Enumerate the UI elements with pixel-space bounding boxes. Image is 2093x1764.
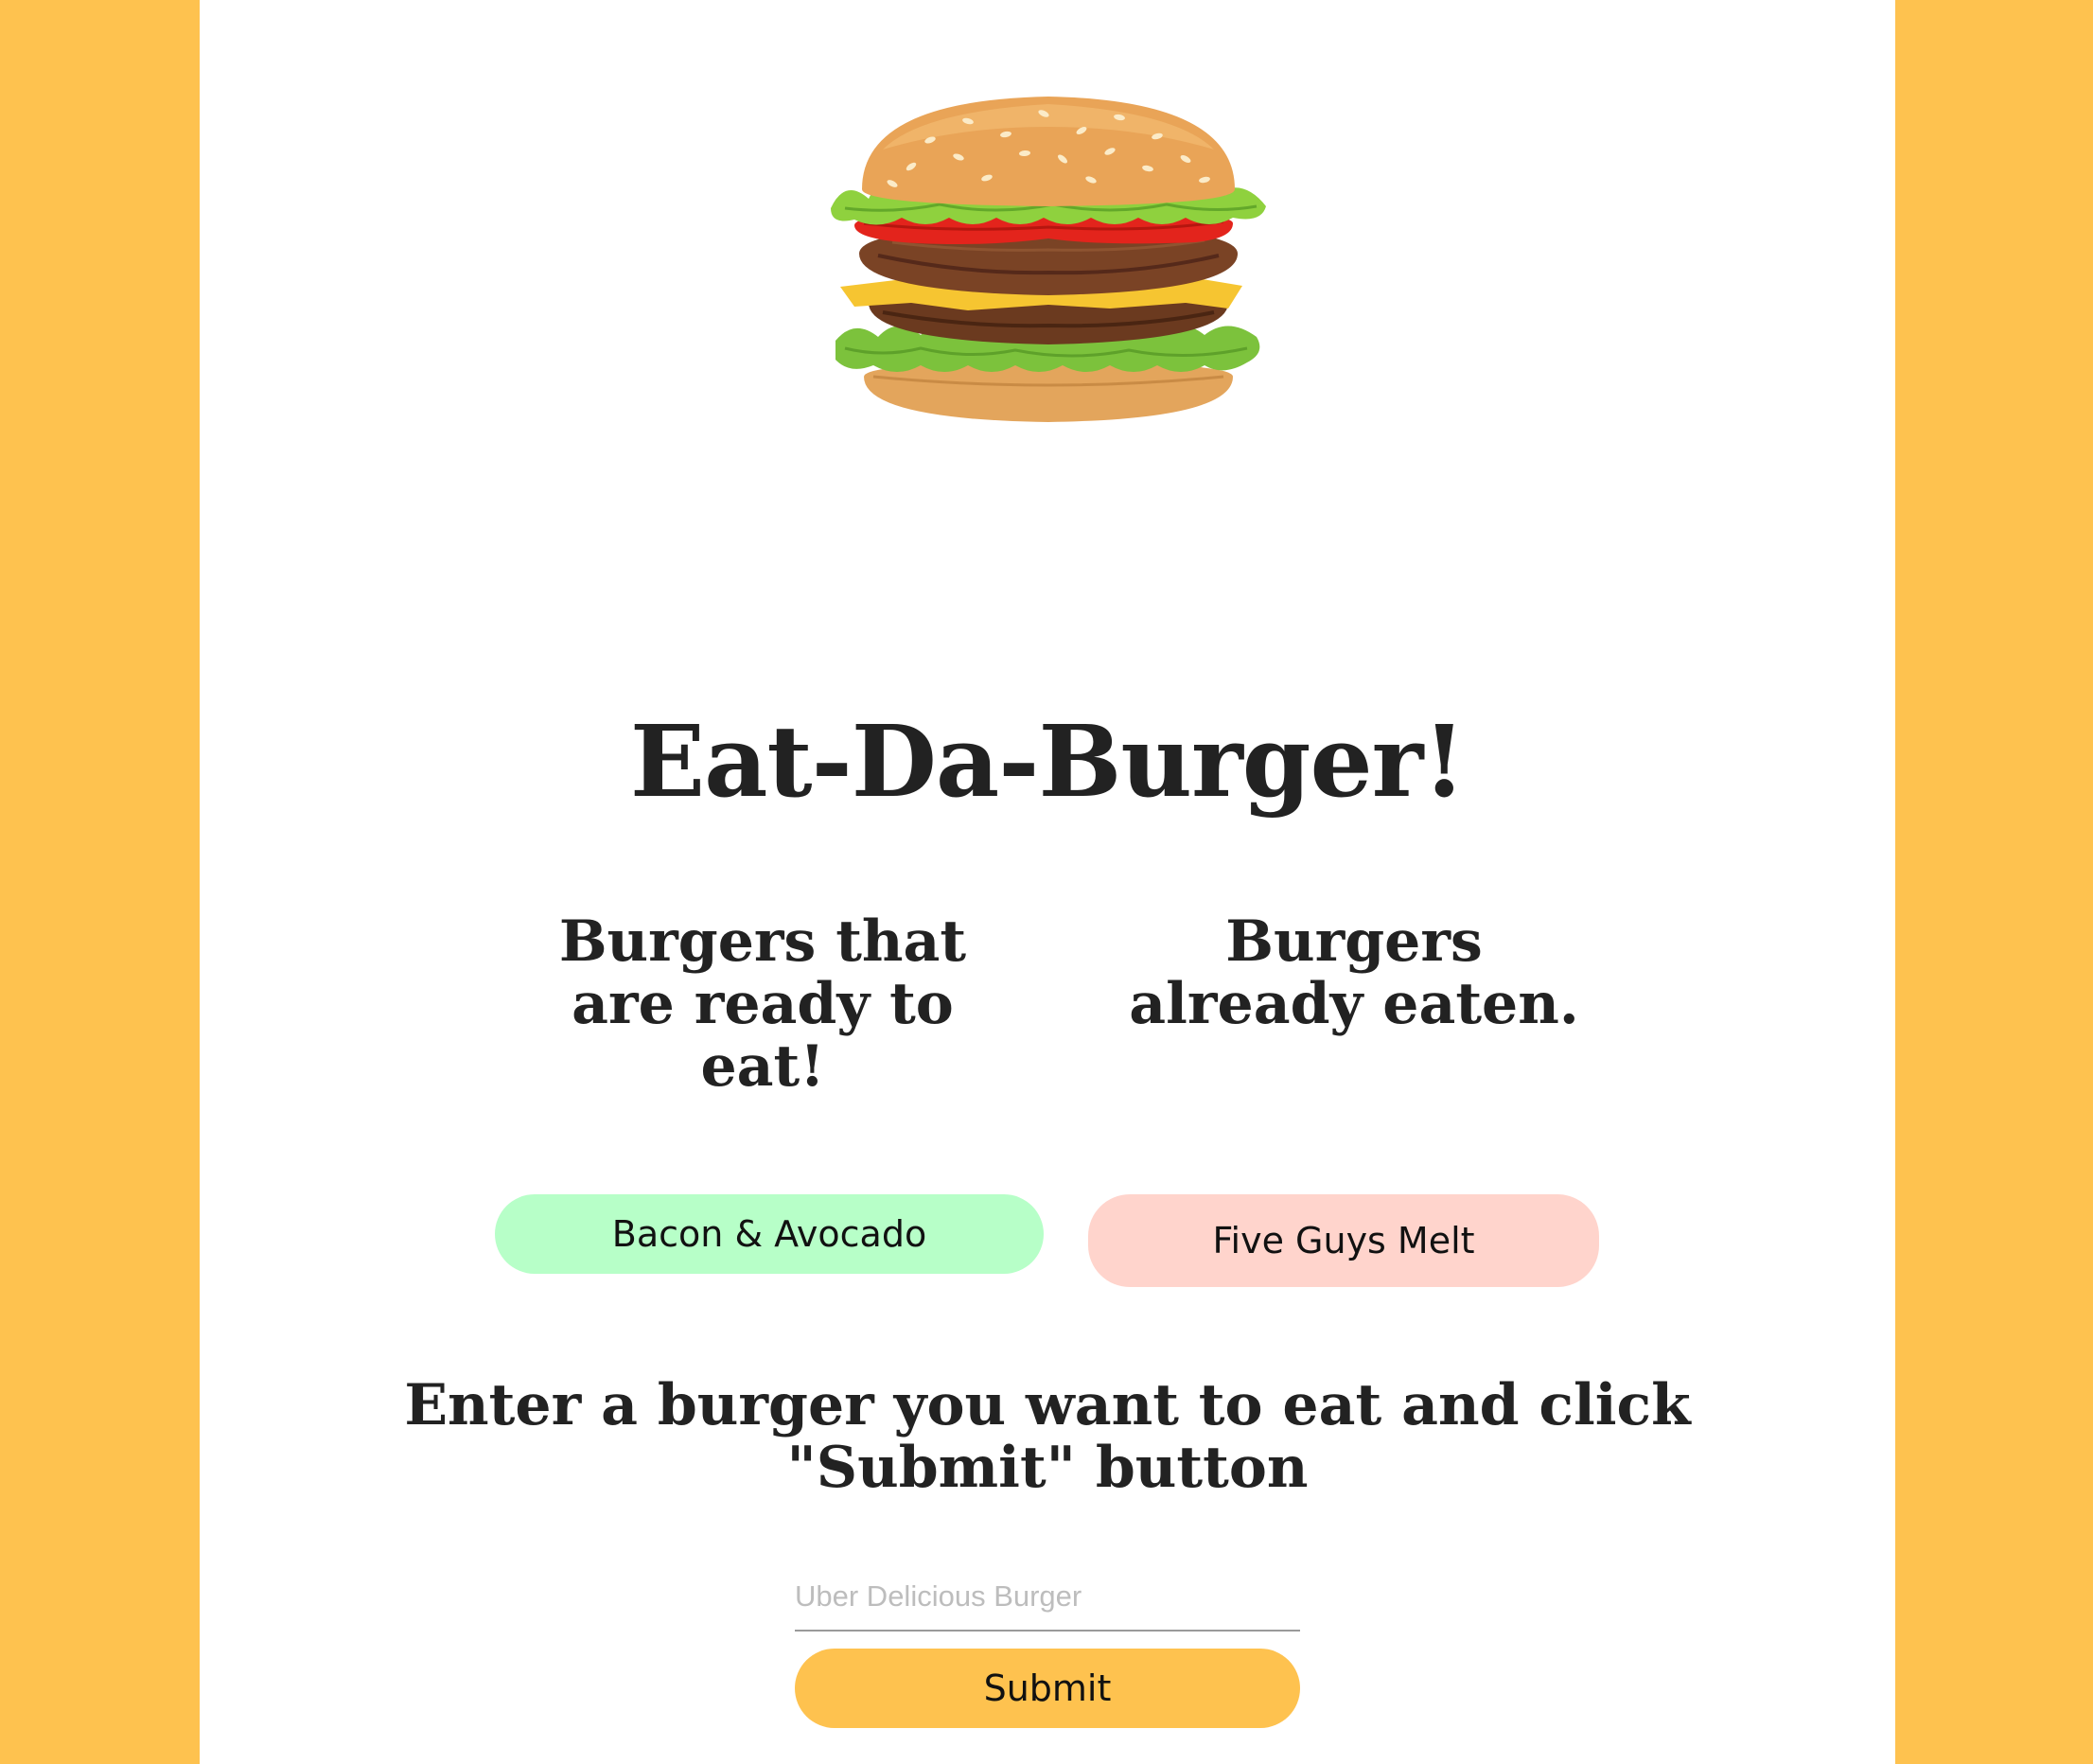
burger-name: Five Guys Melt — [1212, 1220, 1475, 1261]
burger-name-input[interactable] — [795, 1563, 1300, 1632]
form-prompt: Enter a burger you want to eat and click… — [404, 1372, 1691, 1501]
ready-burgers-heading: Burgers that are ready to eat! — [558, 908, 967, 1100]
page-container: Eat-Da-Burger! Burgers that are ready to… — [200, 0, 1895, 1764]
eaten-burgers-heading: Burgers already eaten. — [1129, 908, 1579, 1037]
devour-burger-button[interactable]: Bacon & Avocado — [495, 1194, 1044, 1274]
burger-name: Bacon & Avocado — [611, 1213, 927, 1255]
eaten-burger-item[interactable]: Five Guys Melt — [1088, 1194, 1599, 1287]
page-title: Eat-Da-Burger! — [629, 703, 1466, 820]
burger-image — [826, 93, 1271, 424]
submit-button[interactable]: Submit — [795, 1649, 1300, 1728]
